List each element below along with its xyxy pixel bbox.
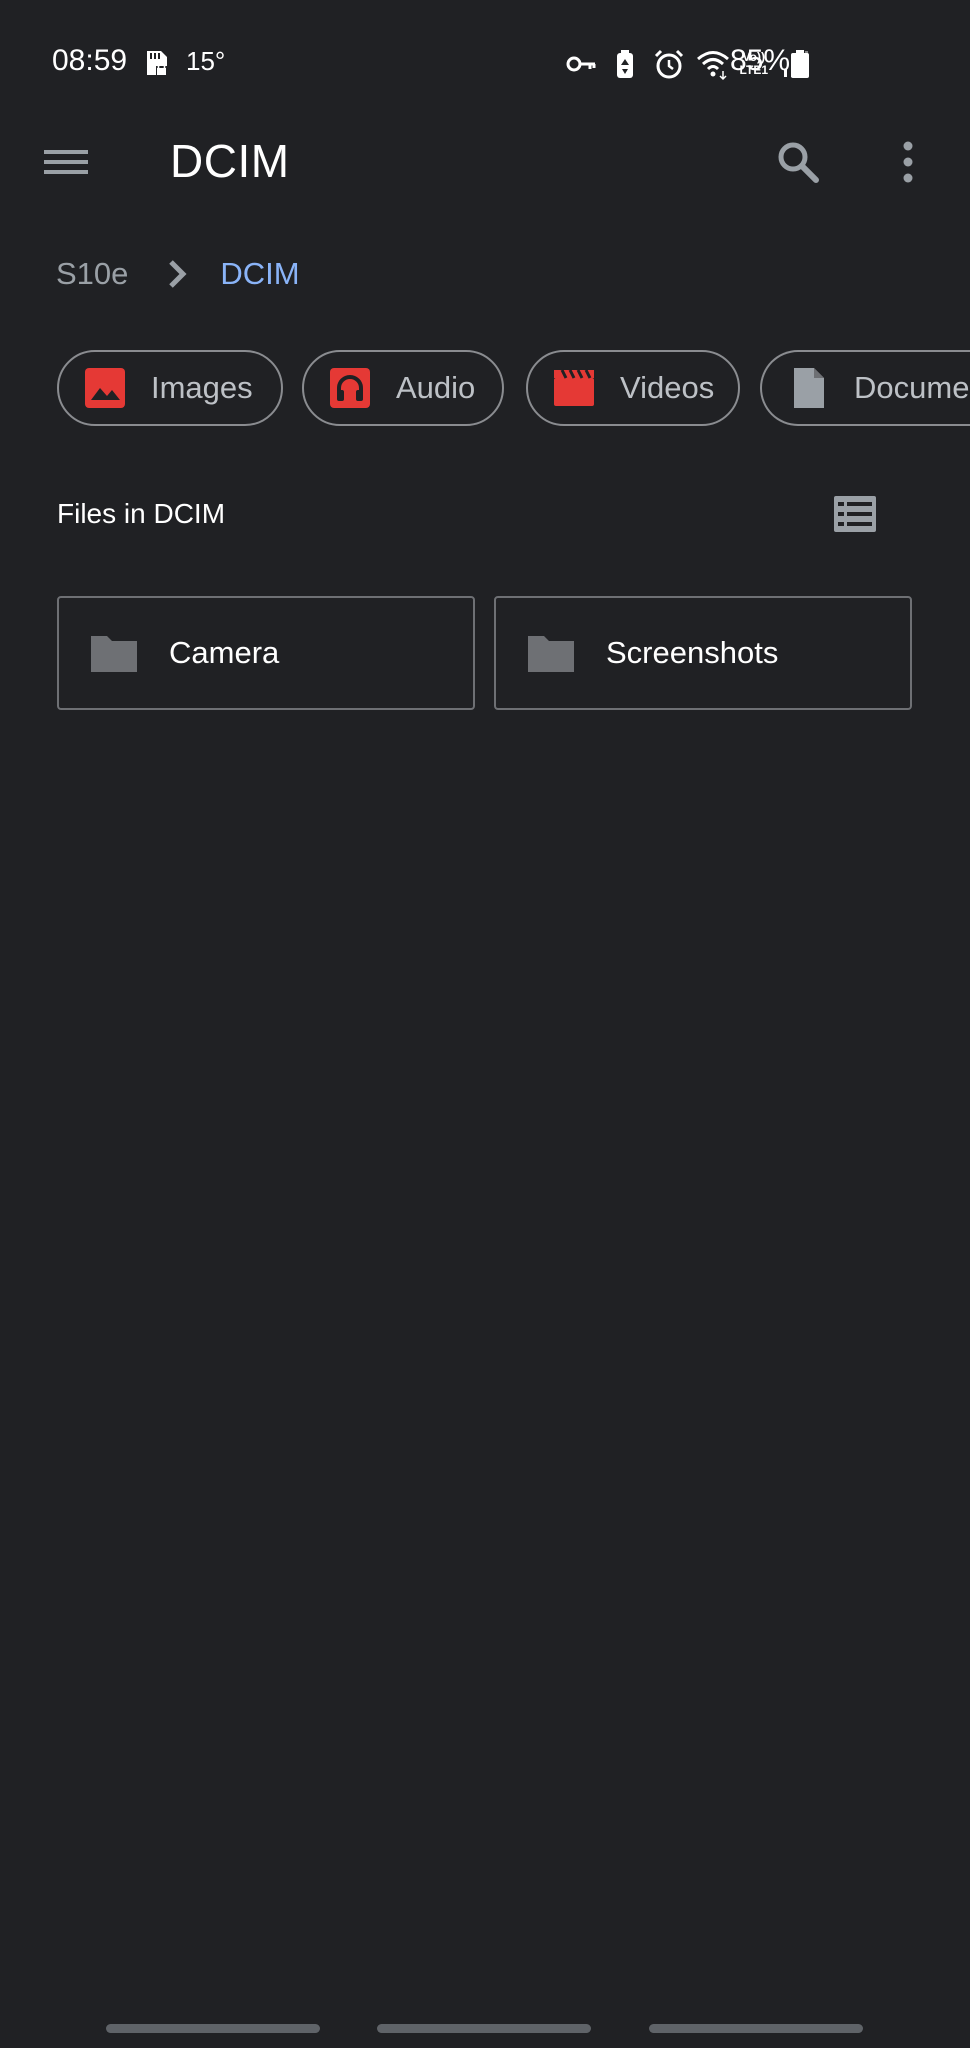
headphones-icon [330,368,370,408]
folder-name: Camera [169,635,280,670]
status-time: 08:59 [52,44,128,77]
chevron-right-icon [169,260,187,288]
clapperboard-icon [554,369,594,406]
battery-saver-icon [616,50,633,78]
battery-icon [791,50,809,78]
chip-label: Audio [396,370,476,405]
chip-documents[interactable]: Docume [760,350,970,426]
chip-audio[interactable]: Audio [302,350,504,426]
list-view-icon[interactable] [832,494,878,534]
sd-card-lock-icon [147,51,167,75]
breadcrumb-root[interactable]: S10e [56,256,128,292]
breadcrumb: S10e DCIM [56,254,300,294]
gesture-handle-center[interactable] [377,2024,591,2033]
folder-icon [528,636,574,672]
more-vert-icon[interactable] [888,136,928,188]
chip-images[interactable]: Images [57,350,283,426]
search-icon[interactable] [772,136,824,188]
chip-label: Docume [854,370,970,405]
vpn-key-icon [566,56,596,72]
document-icon [794,368,824,408]
gesture-handle-right[interactable] [649,2024,863,2033]
app-bar: DCIM [0,126,970,198]
page-title: DCIM [170,135,290,187]
breadcrumb-current[interactable]: DCIM [220,256,299,292]
chip-videos[interactable]: Videos [526,350,740,426]
wifi-icon [696,51,729,81]
gesture-handle-left[interactable] [106,2024,320,2033]
folder-card-camera[interactable]: Camera [57,596,475,710]
image-icon [85,368,125,408]
chip-label: Images [151,370,253,405]
menu-icon[interactable] [40,140,92,184]
folder-card-screenshots[interactable]: Screenshots [494,596,912,710]
chip-label: Videos [620,370,715,405]
folder-name: Screenshots [606,635,779,670]
status-battery-percent: 85% [730,44,791,77]
folder-icon [91,636,137,672]
section-title: Files in DCIM [57,498,226,529]
alarm-icon [654,49,683,79]
status-bar: 08:59 15° Vo)) LTE1 85% [0,0,970,126]
status-temperature: 15° [186,46,226,76]
